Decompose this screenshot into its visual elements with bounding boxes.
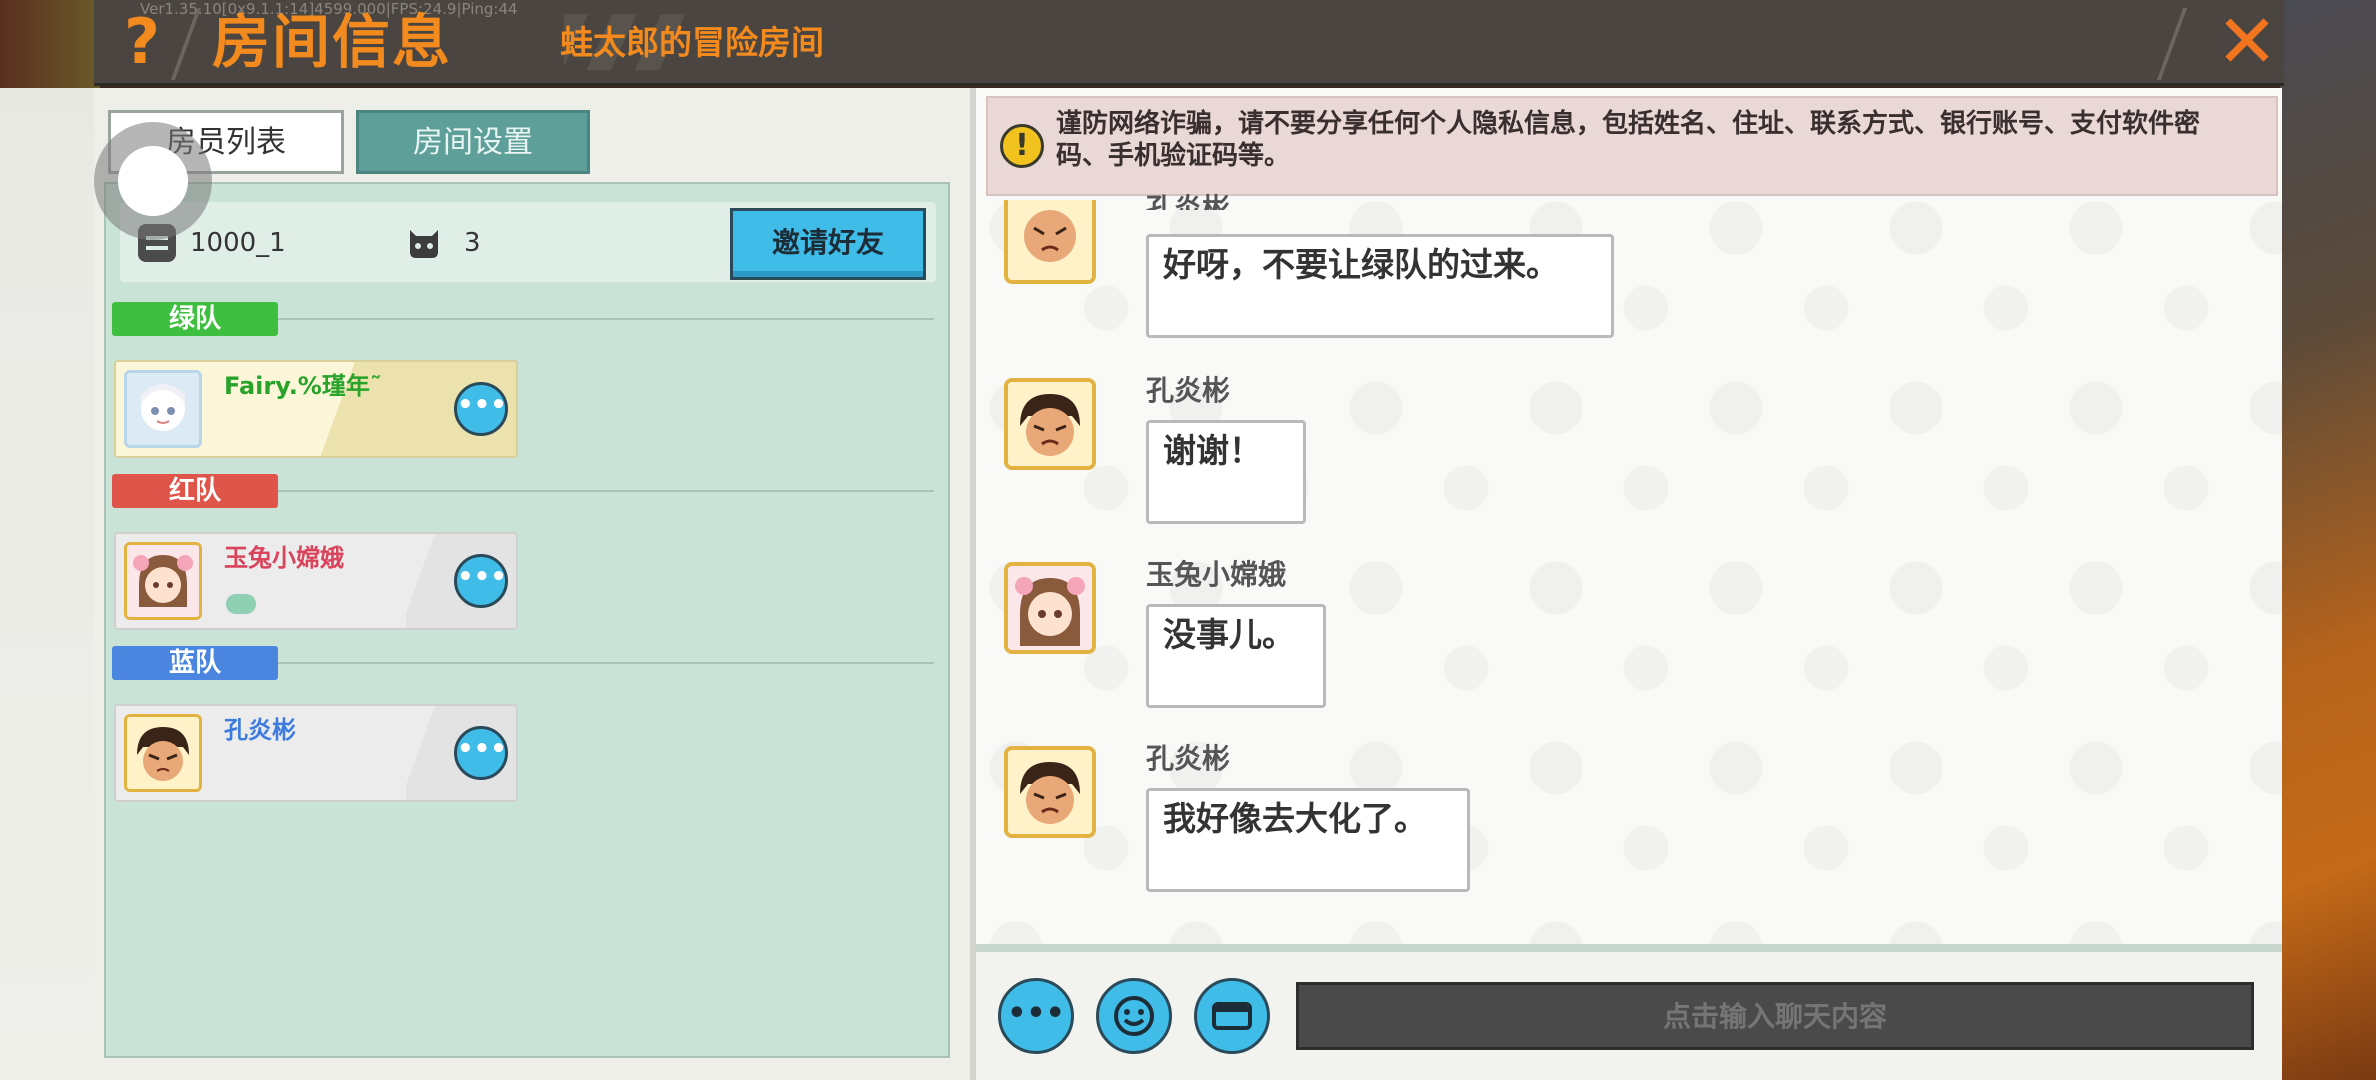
member-more-button[interactable]: ••• [454, 554, 508, 608]
avatar [124, 542, 202, 620]
sender-avatar [1004, 562, 1096, 654]
chat-input-bar: ••• [976, 952, 2282, 1080]
member-name: Fairy.%瑾年˜ [224, 372, 382, 400]
invite-friends-button[interactable]: 邀请好友 [730, 208, 926, 280]
fraud-warning-banner: ! 谨防网络诈骗，请不要分享任何个人隐私信息，包括姓名、住址、联系方式、银行账号… [986, 96, 2278, 196]
game-background-left [0, 0, 100, 1080]
chat-panel: ! 谨防网络诈骗，请不要分享任何个人隐私信息，包括姓名、住址、联系方式、银行账号… [970, 88, 2282, 1080]
team-divider [278, 490, 934, 492]
member-more-button[interactable]: ••• [454, 382, 508, 436]
member-more-button[interactable]: ••• [454, 726, 508, 780]
warning-text: 谨防网络诈骗，请不要分享任何个人隐私信息，包括姓名、住址、联系方式、银行账号、支… [1056, 109, 2201, 171]
tab-room-settings[interactable]: 房间设置 [356, 110, 590, 174]
virtual-joystick[interactable] [94, 122, 212, 240]
page-title: 房间信息 [212, 8, 453, 76]
members-panel: 房员列表 房间设置 1000_1 3 邀请好友 绿队 Fairy.%瑾年˜ ••… [94, 88, 970, 1080]
emoji-button[interactable] [1096, 978, 1172, 1054]
member-card[interactable]: 孔炎彬 ••• [114, 704, 518, 802]
message-sender: 孔炎彬 [1146, 192, 1231, 210]
cloud-icon [226, 594, 256, 614]
header-divider-right [2156, 8, 2188, 80]
message-sender: 孔炎彬 [1146, 374, 1231, 407]
member-name: 孔炎彬 [224, 716, 296, 744]
member-name: 玉兔小嫦娥 [224, 544, 344, 572]
dialog-header: Ver1.35.10[0x9.1.1:14]4599.000|FPS:24.9|… [94, 0, 2284, 86]
team-divider [278, 662, 934, 664]
sender-avatar [1004, 200, 1096, 284]
message-sender: 玉兔小嫦娥 [1146, 558, 1287, 591]
close-button[interactable]: ✕ [2214, 4, 2280, 80]
message-bubble: 没事儿。 [1146, 604, 1326, 708]
player-count-icon [410, 230, 438, 258]
room-id: 1000_1 [190, 228, 286, 258]
chat-more-button[interactable]: ••• [998, 978, 1074, 1054]
member-card[interactable]: 玉兔小嫦娥 ••• [114, 532, 518, 630]
chat-bubble-style-button[interactable] [1194, 978, 1270, 1054]
message-bubble: 谢谢！ [1146, 420, 1306, 524]
sender-avatar [1004, 378, 1096, 470]
team-label-green: 绿队 [112, 302, 278, 336]
header-divider [170, 8, 202, 80]
team-label-blue: 蓝队 [112, 646, 278, 680]
team-label-red: 红队 [112, 474, 278, 508]
game-background-topleft [0, 0, 100, 88]
chat-divider [976, 944, 2282, 952]
chat-input[interactable] [1296, 982, 2254, 1050]
message-sender: 孔炎彬 [1146, 742, 1231, 775]
emoji-icon [1114, 996, 1154, 1036]
message-bubble: 我好像去大化了。 [1146, 788, 1470, 892]
room-name: 蛙太郎的冒险房间 [560, 23, 824, 62]
game-background-right [2280, 0, 2376, 1080]
member-list-box: 1000_1 3 邀请好友 绿队 Fairy.%瑾年˜ ••• 红队 玉兔小嫦娥… [104, 182, 950, 1058]
avatar [124, 714, 202, 792]
team-divider [278, 318, 934, 320]
avatar [124, 370, 202, 448]
help-button[interactable]: ? [112, 6, 172, 78]
sender-avatar [1004, 746, 1096, 838]
warning-icon: ! [1000, 124, 1044, 168]
message-bubble: 好呀，不要让绿队的过来。 [1146, 234, 1614, 338]
player-count: 3 [464, 228, 481, 258]
room-info-bar: 1000_1 3 邀请好友 [120, 202, 936, 282]
card-icon [1212, 1002, 1252, 1030]
member-card[interactable]: Fairy.%瑾年˜ ••• [114, 360, 518, 458]
